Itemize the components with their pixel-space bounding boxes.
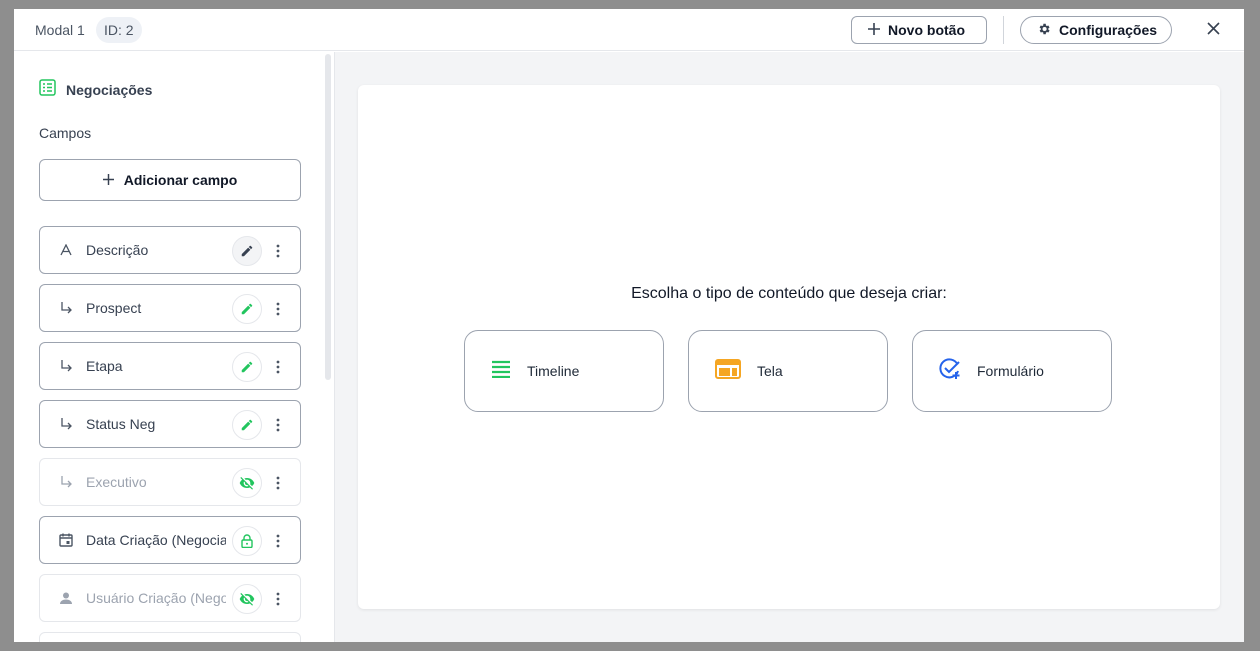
new-button-label: Novo botão: [888, 22, 965, 38]
option-timeline[interactable]: Timeline: [464, 330, 664, 412]
field-item-partial[interactable]: [39, 632, 301, 642]
option-label: Timeline: [527, 363, 580, 379]
field-item-prospect[interactable]: Prospect: [39, 284, 301, 332]
settings-button[interactable]: Configurações: [1020, 16, 1172, 44]
more-options-icon[interactable]: [272, 355, 284, 379]
field-name: Data Criação (Negociações): [86, 532, 226, 548]
screen-layout-icon: [715, 358, 741, 384]
content-type-prompt: Escolha o tipo de conteúdo que deseja cr…: [631, 285, 947, 302]
person-icon: [58, 590, 74, 606]
option-label: Tela: [757, 363, 783, 379]
text-a-icon: [58, 242, 74, 258]
lock-icon: [241, 534, 253, 548]
id-badge: ID: 2: [96, 17, 142, 43]
edit-button[interactable]: [232, 294, 262, 324]
edit-button[interactable]: [232, 352, 262, 382]
table-list-icon: [39, 79, 56, 101]
sidebar-scrollbar[interactable]: [325, 54, 331, 380]
plus-icon: [102, 172, 114, 188]
header-divider: [1003, 16, 1004, 44]
modal-window: Modal 1 ID: 2 Novo botão Configurações N…: [14, 9, 1244, 642]
more-options-icon[interactable]: [272, 239, 284, 263]
section-label: Campos: [39, 125, 92, 141]
edit-button[interactable]: [232, 236, 262, 266]
subdirectory-arrow-icon: [58, 358, 74, 374]
calendar-icon: [58, 532, 74, 548]
field-name: Etapa: [86, 358, 123, 374]
field-item-data-criacao[interactable]: Data Criação (Negociações): [39, 516, 301, 564]
modal-title: Modal 1: [35, 22, 85, 38]
edit-icon: [241, 245, 253, 257]
subdirectory-arrow-icon: [58, 416, 74, 432]
field-item-executivo[interactable]: Executivo: [39, 458, 301, 506]
field-name: Descrição: [86, 242, 149, 258]
add-field-button[interactable]: Adicionar campo: [39, 159, 301, 201]
edit-icon: [241, 419, 253, 431]
eye-off-icon: [239, 593, 255, 606]
form-check-icon: [939, 357, 961, 385]
sidebar-heading: Negociações: [66, 82, 153, 98]
visibility-button[interactable]: [232, 584, 262, 614]
visibility-button[interactable]: [232, 468, 262, 498]
content-card: Escolha o tipo de conteúdo que deseja cr…: [358, 85, 1220, 609]
sidebar-header: Negociações: [39, 79, 152, 101]
edit-button[interactable]: [232, 410, 262, 440]
close-icon: [1206, 22, 1220, 40]
more-options-icon[interactable]: [272, 413, 284, 437]
field-item-descricao[interactable]: Descrição: [39, 226, 301, 274]
field-name: Status Neg: [86, 416, 156, 432]
close-button[interactable]: [1202, 20, 1224, 42]
option-formulario[interactable]: Formulário: [912, 330, 1112, 412]
subdirectory-arrow-icon: [58, 474, 74, 490]
field-item-etapa[interactable]: Etapa: [39, 342, 301, 390]
more-options-icon[interactable]: [272, 529, 284, 553]
subdirectory-arrow-icon: [58, 300, 74, 316]
option-label: Formulário: [977, 363, 1044, 379]
edit-icon: [241, 303, 253, 315]
more-options-icon[interactable]: [272, 471, 284, 495]
plus-icon: [868, 22, 880, 38]
fields-sidebar: Negociações Campos Adicionar campo Descr…: [14, 52, 334, 642]
edit-icon: [241, 361, 253, 373]
timeline-icon: [491, 360, 511, 383]
main-area: Escolha o tipo de conteúdo que deseja cr…: [335, 52, 1244, 642]
eye-off-icon: [239, 477, 255, 490]
field-item-status-neg[interactable]: Status Neg: [39, 400, 301, 448]
gear-icon: [1037, 22, 1051, 39]
lock-button[interactable]: [232, 526, 262, 556]
more-options-icon[interactable]: [272, 587, 284, 611]
add-field-label: Adicionar campo: [123, 172, 238, 188]
option-tela[interactable]: Tela: [688, 330, 888, 412]
settings-button-label: Configurações: [1059, 22, 1158, 38]
field-name: Executivo: [86, 474, 147, 490]
modal-header: Modal 1 ID: 2 Novo botão Configurações: [14, 9, 1244, 51]
more-options-icon[interactable]: [272, 297, 284, 321]
field-item-usuario-criacao[interactable]: Usuário Criação (Negociações): [39, 574, 301, 622]
new-button[interactable]: Novo botão: [851, 16, 987, 44]
field-name: Prospect: [86, 300, 142, 316]
field-name: Usuário Criação (Negociações): [86, 590, 226, 606]
